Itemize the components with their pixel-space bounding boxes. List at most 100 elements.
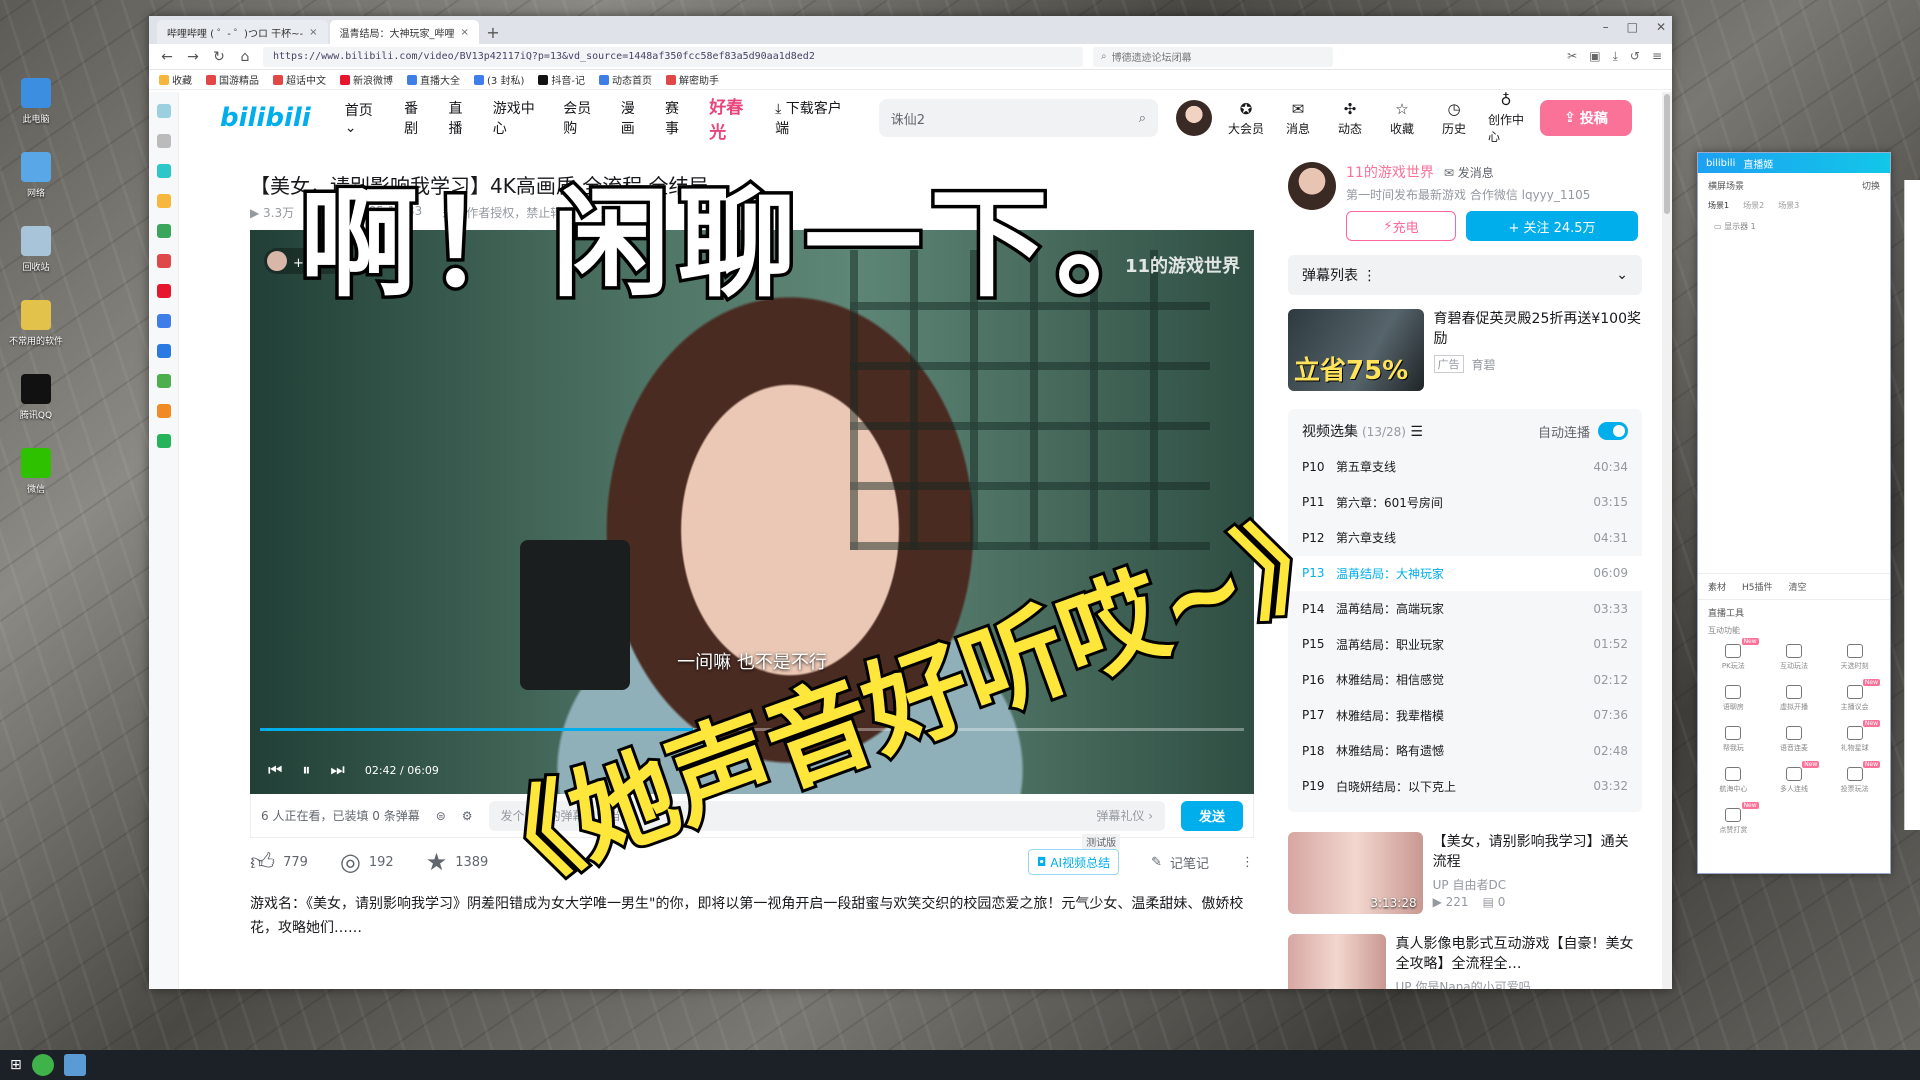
playlist-item[interactable]: P15 温苒结局：职业玩家 01:52: [1288, 627, 1642, 663]
mail-icon[interactable]: [156, 254, 171, 268]
menu-icon[interactable]: ≡: [1652, 49, 1662, 64]
messages-link[interactable]: ✉ 消息: [1280, 100, 1316, 137]
material-button[interactable]: 素材: [1708, 580, 1726, 593]
bookmark-item[interactable]: 国游精品: [206, 72, 259, 87]
stream-tool-item[interactable]: New 投票玩法: [1827, 761, 1882, 794]
favorites-link[interactable]: ☆ 收藏: [1384, 100, 1420, 137]
more-icon[interactable]: ⋮: [1241, 855, 1254, 870]
home-icon[interactable]: [156, 104, 171, 118]
forward-icon[interactable]: →: [185, 49, 201, 65]
playlist-item[interactable]: P11 第六章：601号房间 03:15: [1288, 485, 1642, 521]
next-icon[interactable]: ⏭: [330, 760, 344, 780]
browser-search-input[interactable]: ⌕ 博德遗迹论坛闭幕: [1093, 46, 1333, 67]
orange-app-icon[interactable]: [156, 404, 171, 418]
recommended-video[interactable]: 3:13:28 【美女，请别影响我学习】通关流程 UP 自由者DC ▶ 221 ▤ …: [1288, 832, 1642, 914]
send-message-link[interactable]: ✉ 发消息: [1444, 166, 1494, 180]
playlist-item[interactable]: P16 林雅结局：相信感觉 02:12: [1288, 662, 1642, 698]
stream-tool-item[interactable]: 天选时刻: [1827, 644, 1882, 671]
source-item[interactable]: ▭ 显示器 1: [1698, 213, 1890, 240]
send-danmaku-button[interactable]: 发送: [1181, 800, 1243, 831]
pause-icon[interactable]: ⏸: [302, 760, 310, 780]
reload-icon[interactable]: ↻: [211, 49, 227, 65]
bookmark-item[interactable]: 动态首页: [598, 72, 652, 87]
ad-card[interactable]: 立省75% 育碧春促英灵殿25折再送¥100奖励 广告 育碧: [1288, 309, 1642, 391]
bookmark-item[interactable]: 新浪微博: [340, 72, 393, 87]
dynamics-link[interactable]: ✣ 动态: [1332, 100, 1368, 137]
stream-tool-item[interactable]: 航海中心: [1706, 767, 1761, 794]
stream-tool-item[interactable]: 语音连麦: [1767, 726, 1822, 753]
add-icon[interactable]: [156, 134, 171, 148]
search-icon[interactable]: ⌕: [1139, 111, 1146, 126]
recommended-video[interactable]: 真人影像电影式互动游戏【自豪！美女全攻略】全流程全… UP 你是Nana的小可爱…: [1288, 934, 1642, 989]
stream-tool-item[interactable]: New 礼物星球: [1827, 720, 1882, 753]
scene-tab[interactable]: 场景1: [1708, 200, 1729, 211]
start-icon[interactable]: ⊞: [10, 1057, 22, 1073]
stream-tool-item[interactable]: 语聊房: [1706, 685, 1761, 712]
playlist-item[interactable]: P10 第五章支线 40:34: [1288, 449, 1642, 485]
undo-icon[interactable]: ↺: [1630, 49, 1640, 64]
green-app-icon[interactable]: [156, 434, 171, 448]
scissors-icon[interactable]: [156, 374, 171, 388]
vip-link[interactable]: ✪ 大会员: [1228, 100, 1264, 137]
nav-manga[interactable]: 漫画: [621, 98, 647, 138]
weibo-icon[interactable]: [156, 284, 171, 298]
bookmark-item[interactable]: 抖音-记: [538, 72, 585, 87]
like-button[interactable]: 👍︎ 779: [250, 848, 308, 877]
h5-plugin-button[interactable]: H5插件: [1742, 580, 1773, 593]
bookmark-item[interactable]: 超话中文: [273, 72, 326, 87]
new-tab-button[interactable]: +: [481, 20, 505, 44]
game-icon[interactable]: [156, 224, 171, 238]
playlist-item[interactable]: P17 林雅结局：我辈楷模 07:36: [1288, 698, 1642, 734]
note-icon[interactable]: [156, 314, 171, 328]
desktop-icon[interactable]: 腾讯QQ: [8, 374, 64, 446]
desktop-icon[interactable]: 回收站: [8, 226, 64, 298]
history-link[interactable]: ◷ 历史: [1436, 100, 1472, 137]
notes-button[interactable]: ✎ 记笔记: [1151, 853, 1209, 872]
bookmark-item[interactable]: 直播大全: [407, 72, 460, 87]
list-icon[interactable]: ☰: [1410, 424, 1423, 440]
clear-button[interactable]: 清空: [1789, 580, 1807, 593]
tab-video[interactable]: 温青结局：大神玩家_哔哩 ×: [329, 20, 479, 44]
danmaku-list-toggle[interactable]: 弹幕列表 ⋮ ⌄: [1288, 255, 1642, 295]
desktop-icon[interactable]: 网络: [8, 152, 64, 224]
stream-tool-item[interactable]: New PK玩法: [1706, 638, 1761, 671]
bookmark-item[interactable]: 收藏: [159, 72, 192, 87]
app-taskbar-icon[interactable]: [63, 1054, 86, 1076]
close-icon[interactable]: ×: [461, 27, 469, 38]
extension-icon[interactable]: ▣: [1589, 49, 1600, 64]
star-icon[interactable]: [156, 194, 171, 208]
nav-shop[interactable]: 会员购: [563, 98, 602, 138]
nav-live[interactable]: 直播: [448, 98, 474, 138]
chat-icon[interactable]: [156, 344, 171, 358]
avatar[interactable]: [1176, 100, 1213, 136]
tab-bilibili-home[interactable]: 哔哩哔哩 ( ゜- ゜)つロ 干杯~- ×: [157, 20, 328, 44]
charge-button[interactable]: ⚡ 充电: [1346, 211, 1456, 241]
download-client-link[interactable]: ⤓ 下载客户端: [775, 98, 851, 138]
browser-taskbar-icon[interactable]: [31, 1054, 54, 1076]
coin-button[interactable]: ◎ 192: [340, 848, 394, 876]
home-icon[interactable]: ⌂: [237, 49, 253, 65]
uploader-avatar[interactable]: [1288, 162, 1336, 210]
autoplay-toggle[interactable]: [1598, 422, 1628, 440]
stream-tool-item[interactable]: New 主播议会: [1827, 679, 1882, 712]
bilibili-logo[interactable]: bilibili: [220, 103, 311, 133]
scene-tab[interactable]: 场景3: [1778, 200, 1799, 211]
desktop-icon[interactable]: 不常用的软件: [8, 300, 64, 372]
url-input[interactable]: https://www.bilibili.com/video/BV13p4211…: [263, 46, 1083, 67]
nav-esports[interactable]: 赛事: [665, 98, 691, 138]
maximize-icon[interactable]: □: [1627, 20, 1638, 34]
nav-anime[interactable]: 番剧: [404, 98, 430, 138]
scene-tab[interactable]: 场景2: [1743, 200, 1764, 211]
bookmark-item[interactable]: (3 封私): [474, 72, 524, 87]
app-icon[interactable]: [156, 164, 171, 178]
nav-game-center[interactable]: 游戏中心: [493, 98, 546, 138]
stream-tool-item[interactable]: New 点赞打赏: [1706, 802, 1761, 835]
stream-tool-item[interactable]: 帮我玩: [1706, 726, 1761, 753]
site-search-input[interactable]: 诛仙2 ⌕: [878, 99, 1159, 137]
upload-button[interactable]: ⇪ 投稿: [1540, 100, 1633, 136]
stream-tool-item[interactable]: 互动玩法: [1767, 644, 1822, 671]
ai-summary-button[interactable]: 测试版 ◘ AI视频总结: [1027, 834, 1121, 875]
stream-tool-item[interactable]: 虚拟开播: [1767, 685, 1822, 712]
playlist-item[interactable]: P18 林雅结局：略有遗憾 02:48: [1288, 733, 1642, 769]
playlist-item[interactable]: P19 白晓妍结局：以下克上 03:32: [1288, 769, 1642, 805]
